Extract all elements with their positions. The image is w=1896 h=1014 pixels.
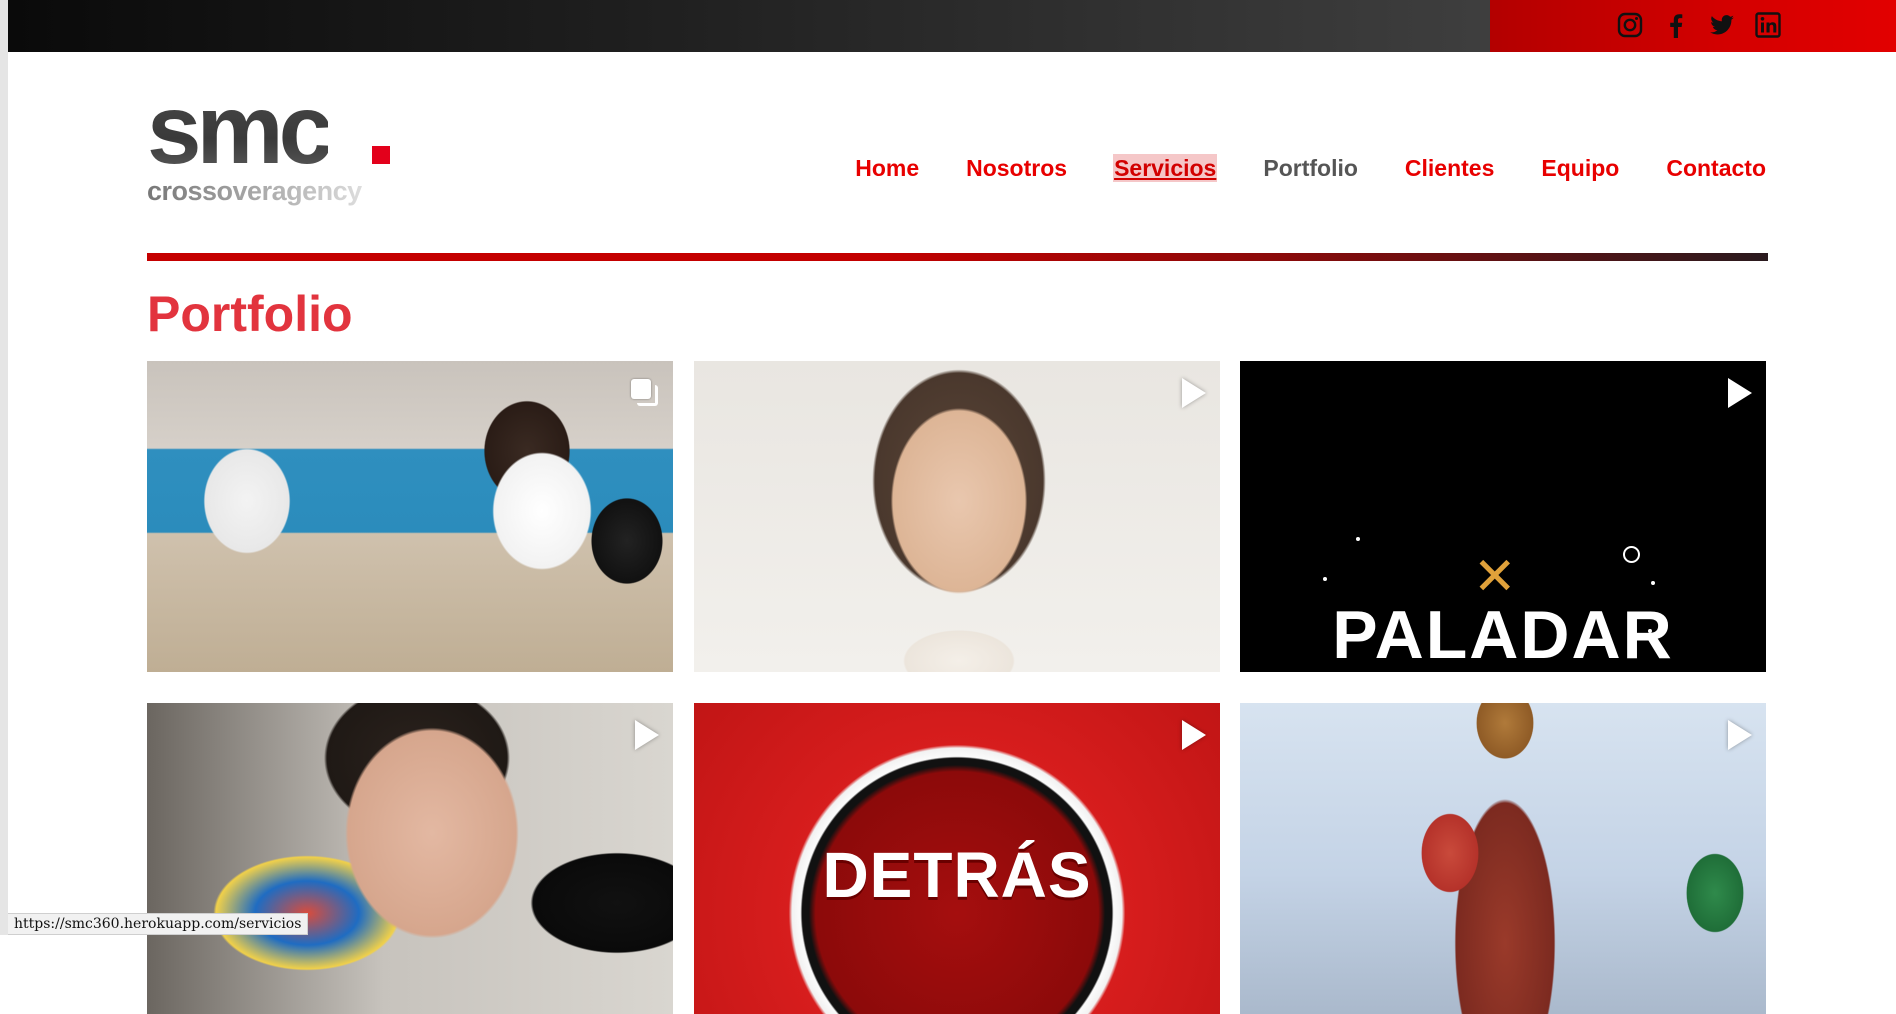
- portfolio-tile-paladar[interactable]: ✕ PALADAR: [1240, 361, 1766, 672]
- nav-clientes[interactable]: Clientes: [1404, 154, 1495, 182]
- social-bar: [1490, 0, 1896, 52]
- tile-label-paladar: PALADAR: [1332, 597, 1674, 672]
- play-icon: [1728, 378, 1752, 408]
- header-divider: [147, 253, 1768, 261]
- tile-label-detras: DETRÁS: [822, 839, 1092, 911]
- fork-knife-icon: ✕: [1473, 548, 1517, 606]
- nav-home[interactable]: Home: [854, 154, 920, 182]
- play-icon: [1182, 378, 1206, 408]
- portfolio-tile-kremlin[interactable]: [1240, 703, 1766, 1014]
- portfolio-tile-detras[interactable]: DETRÁS: [694, 703, 1220, 1014]
- logo-dot: [372, 146, 390, 164]
- logo-wordmark: smc: [147, 74, 333, 184]
- play-icon: [1728, 720, 1752, 750]
- twitter-icon[interactable]: [1708, 11, 1736, 39]
- star-dot: [1323, 577, 1327, 581]
- nav-nosotros[interactable]: Nosotros: [965, 154, 1068, 182]
- play-icon: [635, 720, 659, 750]
- top-bar: [8, 0, 1896, 52]
- social-icons: [1616, 11, 1782, 39]
- linkedin-icon[interactable]: [1754, 11, 1782, 39]
- nav-contacto[interactable]: Contacto: [1665, 154, 1767, 182]
- status-bar-url: https://smc360.herokuapp.com/servicios: [8, 913, 309, 935]
- facebook-icon[interactable]: [1662, 11, 1690, 39]
- nav-portfolio[interactable]: Portfolio: [1262, 154, 1359, 182]
- main-nav: Home Nosotros Servicios Portfolio Client…: [854, 154, 1767, 182]
- gallery-icon: [631, 379, 658, 406]
- play-icon: [1182, 720, 1206, 750]
- left-edge: [0, 0, 8, 935]
- site-logo[interactable]: smc crossoveragency: [147, 80, 397, 210]
- logo-tagline: crossoveragency: [147, 176, 362, 206]
- page-title: Portfolio: [147, 286, 353, 342]
- star-dot: [1651, 581, 1655, 585]
- portfolio-tile-sports[interactable]: [147, 361, 673, 672]
- nav-servicios[interactable]: Servicios: [1113, 154, 1218, 182]
- ring-dot: [1623, 546, 1640, 563]
- star-dot: [1356, 537, 1360, 541]
- nav-equipo[interactable]: Equipo: [1540, 154, 1620, 182]
- instagram-icon[interactable]: [1616, 11, 1644, 39]
- portfolio-tile-portrait[interactable]: [694, 361, 1220, 672]
- portfolio-tile-radio[interactable]: [147, 703, 673, 1014]
